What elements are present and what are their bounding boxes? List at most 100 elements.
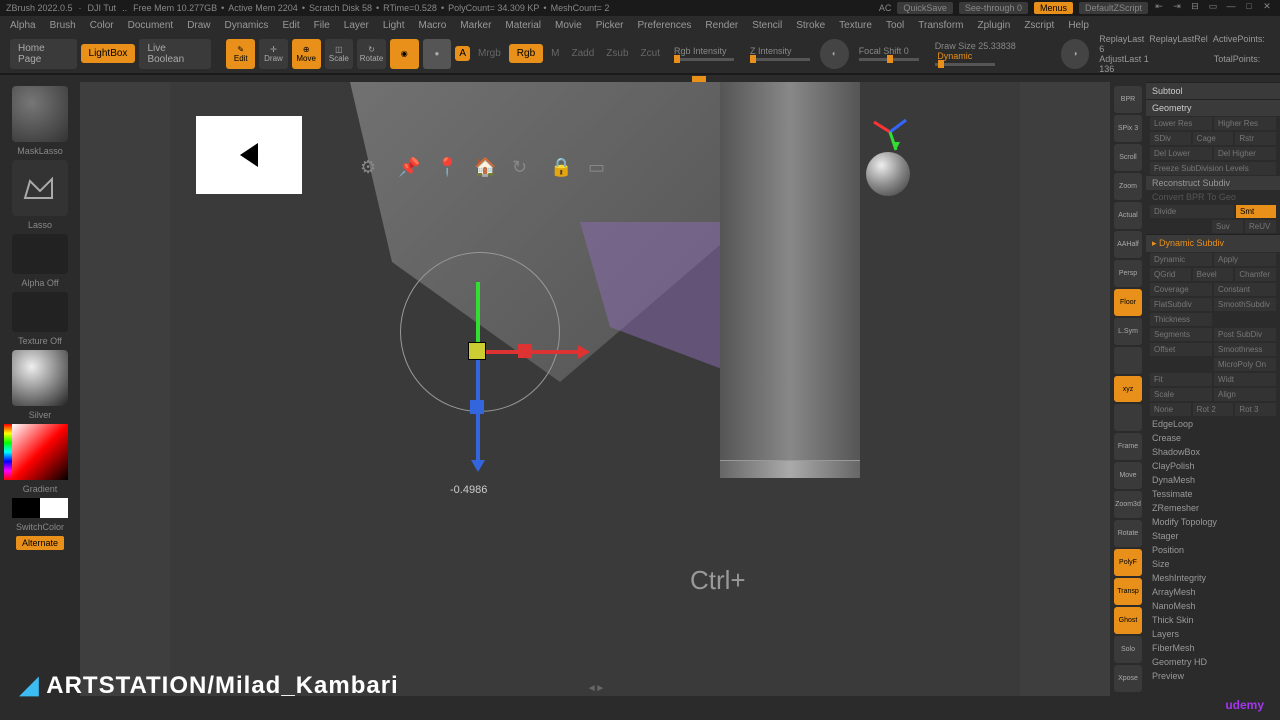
adjustlast-slider[interactable]: AdjustLast 1 xyxy=(1099,54,1149,64)
alternate-button[interactable]: Alternate xyxy=(16,536,64,550)
section-nanomesh[interactable]: NanoMesh xyxy=(1146,599,1280,613)
section-zremesher[interactable]: ZRemesher xyxy=(1146,501,1280,515)
location-icon[interactable]: 📍 xyxy=(436,157,458,179)
history-bar[interactable] xyxy=(0,74,1280,82)
brush-thumbnail[interactable] xyxy=(12,86,68,142)
dyn-qgrid[interactable]: QGrid xyxy=(1150,268,1191,281)
rightbtn-actual[interactable]: Actual xyxy=(1114,202,1142,229)
dyn-bevel[interactable]: Bevel xyxy=(1193,268,1234,281)
viewport[interactable]: ⚙ 📌 📍 🏠 ↻ 🔒 ▭ -0.4986 xyxy=(80,82,1110,696)
section-shadowbox[interactable]: ShadowBox xyxy=(1146,445,1280,459)
play-overlay[interactable] xyxy=(196,116,302,194)
section-geometry-hd[interactable]: Geometry HD xyxy=(1146,655,1280,669)
liveboolean-button[interactable]: Live Boolean xyxy=(139,39,210,69)
menu-material[interactable]: Material xyxy=(499,18,547,33)
lock-icon[interactable]: 🔒 xyxy=(550,157,572,179)
menu-transform[interactable]: Transform xyxy=(912,18,969,33)
menu-alpha[interactable]: Alpha xyxy=(4,18,42,33)
dyn-smoothsubdiv[interactable]: SmoothSubdiv xyxy=(1214,298,1276,311)
dyn-fit[interactable]: Fit xyxy=(1150,373,1212,386)
zcut-label[interactable]: Zcut xyxy=(641,48,660,59)
menu-light[interactable]: Light xyxy=(377,18,411,33)
rightbtn-blank[interactable] xyxy=(1114,404,1142,431)
rightbtn-polyf[interactable]: PolyF xyxy=(1114,549,1142,576)
rightbtn-bpr[interactable]: BPR xyxy=(1114,86,1142,113)
dyn-post-subdiv[interactable]: Post SubDiv xyxy=(1214,328,1276,341)
z-intensity-slider[interactable]: Z Intensity xyxy=(750,46,810,61)
zadd-label[interactable]: Zadd xyxy=(572,48,595,59)
menu-zplugin[interactable]: Zplugin xyxy=(972,18,1017,33)
mrgb-label[interactable]: Mrgb xyxy=(478,48,501,59)
menu-help[interactable]: Help xyxy=(1062,18,1095,33)
dyn-rot-3[interactable]: Rot 3 xyxy=(1235,403,1276,416)
section-meshintegrity[interactable]: MeshIntegrity xyxy=(1146,571,1280,585)
dyn-rot-2[interactable]: Rot 2 xyxy=(1193,403,1234,416)
rightbtn-solo[interactable]: Solo xyxy=(1114,636,1142,663)
rightbtn-ghost[interactable]: Ghost xyxy=(1114,607,1142,634)
menu-tool[interactable]: Tool xyxy=(880,18,910,33)
section-dynamesh[interactable]: DynaMesh xyxy=(1146,473,1280,487)
rightbtn-transp[interactable]: Transp xyxy=(1114,578,1142,605)
dyn-align[interactable]: Align xyxy=(1214,388,1276,401)
rightbtn-l-sym[interactable]: L.Sym xyxy=(1114,318,1142,345)
geo-del-lower[interactable]: Del Lower xyxy=(1150,147,1212,160)
dyn-thickness[interactable]: Thickness xyxy=(1150,313,1212,326)
menu-edit[interactable]: Edit xyxy=(276,18,305,33)
secondary-color-swatch[interactable] xyxy=(12,498,68,518)
rightbtn-zoom[interactable]: Zoom xyxy=(1114,173,1142,200)
alpha-thumbnail[interactable] xyxy=(12,234,68,274)
scale-mode-button[interactable]: ◫Scale xyxy=(325,39,354,69)
section-position[interactable]: Position xyxy=(1146,543,1280,557)
menu-stroke[interactable]: Stroke xyxy=(790,18,831,33)
draw-size-slider[interactable]: Draw Size 25.33838 Dynamic xyxy=(935,41,1051,66)
section-layers[interactable]: Layers xyxy=(1146,627,1280,641)
m-label[interactable]: M xyxy=(551,48,559,59)
sculptris-button[interactable]: ● xyxy=(423,39,452,69)
rightbtn-frame[interactable]: Frame xyxy=(1114,433,1142,460)
preview-sphere[interactable] xyxy=(866,152,910,196)
gear-icon[interactable]: ⚙ xyxy=(360,157,382,179)
rightbtn-rotate[interactable]: Rotate xyxy=(1114,520,1142,547)
menu-color[interactable]: Color xyxy=(84,18,120,33)
section-tessimate[interactable]: Tessimate xyxy=(1146,487,1280,501)
menu-file[interactable]: File xyxy=(308,18,336,33)
dynamic-subdiv-section[interactable]: ▸ Dynamic Subdiv xyxy=(1146,234,1280,252)
rightbtn-persp[interactable]: Persp xyxy=(1114,260,1142,287)
geo-cage[interactable]: Cage xyxy=(1193,132,1234,145)
divide-button[interactable]: Divide xyxy=(1150,205,1234,218)
gizmo-center[interactable] xyxy=(468,342,486,360)
default-zscript[interactable]: DefaultZScript xyxy=(1079,2,1148,14)
convert-bpr-button[interactable]: Convert BPR To Geo xyxy=(1146,190,1280,204)
close-icon[interactable]: ✕ xyxy=(1260,1,1274,15)
material-thumbnail[interactable] xyxy=(12,350,68,406)
homepage-button[interactable]: Home Page xyxy=(10,39,77,69)
dyn-smoothness[interactable]: Smoothness xyxy=(1214,343,1276,356)
reconstruct-subdiv-button[interactable]: Reconstruct Subdiv xyxy=(1146,176,1280,190)
home-icon[interactable]: 🏠 xyxy=(474,157,496,179)
menu-texture[interactable]: Texture xyxy=(833,18,878,33)
quicksave-button[interactable]: QuickSave xyxy=(897,2,953,14)
focal-shift-slider[interactable]: Focal Shift 0 xyxy=(859,46,919,61)
menu-layer[interactable]: Layer xyxy=(338,18,375,33)
gradient-label[interactable]: Gradient xyxy=(23,484,58,494)
dyn-dynamic[interactable]: Dynamic xyxy=(1150,253,1212,266)
gizmo3d-button[interactable]: ◉ xyxy=(390,39,419,69)
reset-icon[interactable]: ↻ xyxy=(512,157,534,179)
lightbox-button[interactable]: LightBox xyxy=(81,44,136,63)
dyn-constant[interactable]: Constant xyxy=(1214,283,1276,296)
texture-thumbnail[interactable] xyxy=(12,292,68,332)
edit-mode-button[interactable]: ✎Edit xyxy=(226,39,255,69)
dyn-chamfer[interactable]: Chamfer xyxy=(1235,268,1276,281)
menu-movie[interactable]: Movie xyxy=(549,18,588,33)
rightbtn-scroll[interactable]: Scroll xyxy=(1114,144,1142,171)
section-arraymesh[interactable]: ArrayMesh xyxy=(1146,585,1280,599)
rightbtn-aahalf[interactable]: AAHalf xyxy=(1114,231,1142,258)
suv-button[interactable]: Suv xyxy=(1212,220,1243,233)
switchcolor-button[interactable]: SwitchColor xyxy=(16,522,64,532)
section-thick-skin[interactable]: Thick Skin xyxy=(1146,613,1280,627)
geo-lower-res[interactable]: Lower Res xyxy=(1150,117,1212,130)
replaylast-button[interactable]: ReplayLast xyxy=(1099,34,1144,44)
rightbtn-spix-3[interactable]: SPix 3 xyxy=(1114,115,1142,142)
rightbtn-xpose[interactable]: Xpose xyxy=(1114,665,1142,692)
stroke-thumbnail[interactable] xyxy=(12,160,68,216)
